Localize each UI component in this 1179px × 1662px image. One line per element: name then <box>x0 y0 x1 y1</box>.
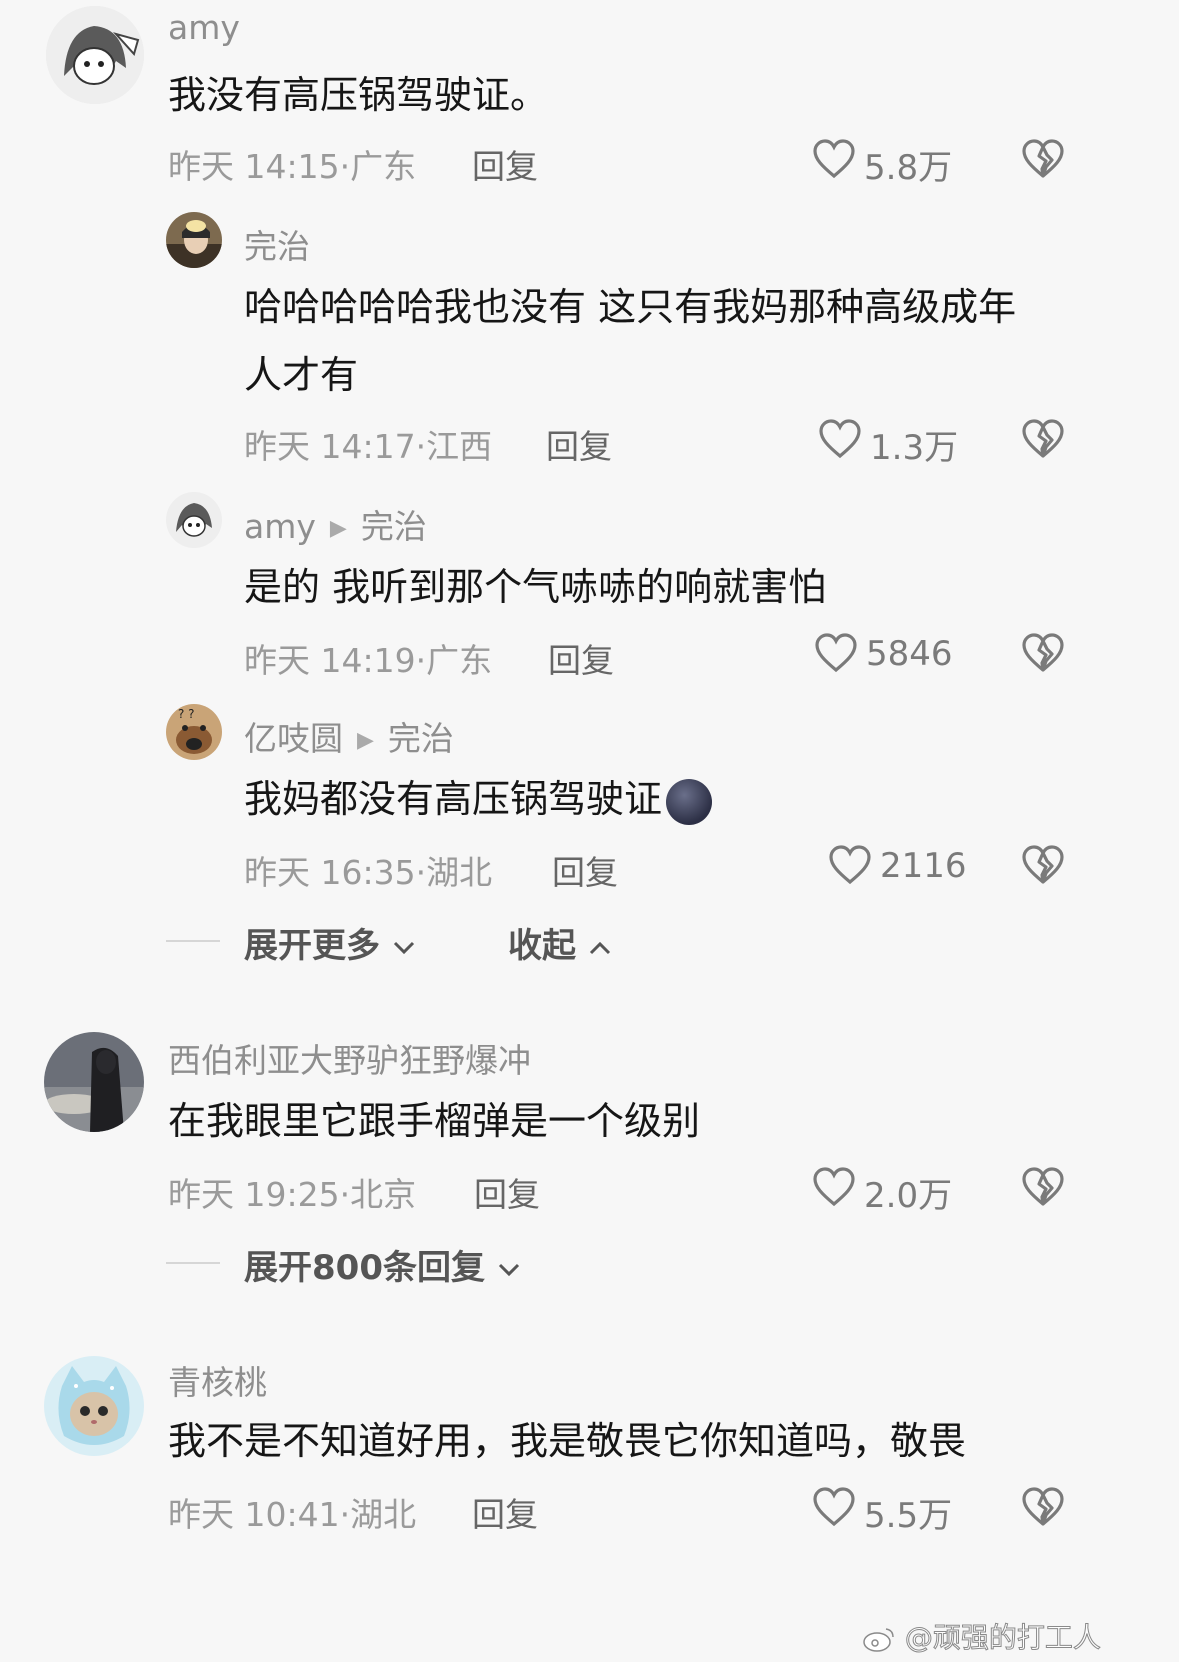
reply-button[interactable]: 回复 <box>548 634 614 682</box>
comment-text: 哈哈哈哈哈我也没有 这只有我妈那种高级成年 <box>244 285 1017 329</box>
broken-heart-icon[interactable] <box>1021 844 1065 886</box>
avatar[interactable] <box>46 6 144 104</box>
comment-text: 我没有高压锅驾驶证。 <box>168 73 549 117</box>
timestamp: 昨天 19:25 <box>168 1175 340 1214</box>
comment-meta: 昨天 14:15·广东 <box>168 147 417 186</box>
avatar[interactable] <box>166 212 222 268</box>
reply-to-username[interactable]: 完治 <box>388 719 454 758</box>
timestamp: 昨天 14:17 <box>244 427 416 466</box>
divider <box>166 1262 220 1264</box>
comment-meta: 昨天 14:17·江西 <box>244 427 493 466</box>
username[interactable]: 青核桃 <box>168 1356 267 1404</box>
collapse-label: 收起 <box>508 926 576 966</box>
comment-text: 是的 我听到那个气哧哧的响就害怕 <box>244 565 827 609</box>
expand-replies-button[interactable]: 展开800条回复 <box>244 1240 521 1289</box>
like-count: 2.0万 <box>864 1176 953 1216</box>
username[interactable]: amy <box>168 8 240 47</box>
avatar[interactable]: ? ? <box>166 704 222 760</box>
expand-more-label: 展开更多 <box>244 926 380 966</box>
heart-outline-icon[interactable] <box>812 138 856 180</box>
reply-button[interactable]: 回复 <box>552 846 618 894</box>
location: 广东 <box>350 147 417 186</box>
location: 湖北 <box>350 1495 417 1534</box>
heart-outline-icon[interactable] <box>828 844 872 886</box>
broken-heart-icon[interactable] <box>1021 418 1065 460</box>
triangle-right-icon: ▶ <box>329 516 347 541</box>
comment-text: 我不是不知道好用，我是敬畏它你知道吗，敬畏 <box>168 1419 967 1463</box>
broken-heart-icon[interactable] <box>1021 1166 1065 1208</box>
broken-heart-icon[interactable] <box>1021 632 1065 674</box>
location: 湖北 <box>426 853 493 892</box>
chevron-up-icon <box>589 941 610 954</box>
timestamp: 昨天 14:15 <box>168 147 340 186</box>
location: 江西 <box>426 427 493 466</box>
location: 北京 <box>350 1175 417 1214</box>
comment-meta: 昨天 10:41·湖北 <box>168 1495 417 1534</box>
comment-text-body: 我妈都没有高压锅驾驶证 <box>244 777 663 821</box>
like-count: 5.5万 <box>864 1496 953 1536</box>
divider <box>166 940 220 942</box>
reply-button[interactable]: 回复 <box>472 140 538 188</box>
triangle-right-icon: ▶ <box>357 728 374 753</box>
heart-outline-icon[interactable] <box>812 1166 856 1208</box>
reply-to-username[interactable]: 完治 <box>361 507 427 546</box>
timestamp: 昨天 10:41 <box>168 1495 340 1534</box>
expand-replies-label: 展开800条回复 <box>244 1248 485 1288</box>
chevron-down-icon <box>498 1263 519 1276</box>
avatar[interactable] <box>166 492 222 548</box>
location: 广东 <box>426 641 493 680</box>
comment-meta: 昨天 14:19·广东 <box>244 641 493 680</box>
broken-heart-icon[interactable] <box>1021 138 1065 180</box>
heart-outline-icon[interactable] <box>814 632 858 674</box>
new-moon-face-icon <box>666 778 713 825</box>
reply-button[interactable]: 回复 <box>546 420 612 468</box>
comment-meta: 昨天 16:35·湖北 <box>244 853 493 892</box>
timestamp: 昨天 14:19 <box>244 641 416 680</box>
comment-text: 我妈都没有高压锅驾驶证 <box>244 764 713 834</box>
username[interactable]: 亿吱圆 <box>244 719 343 758</box>
watermark: @顽强的打工人 <box>862 1616 1101 1656</box>
like-count: 5.8万 <box>864 148 953 188</box>
watermark-text: @顽强的打工人 <box>904 1621 1101 1655</box>
comment-text: 人才有 <box>244 353 359 397</box>
reply-button[interactable]: 回复 <box>474 1168 540 1216</box>
heart-outline-icon[interactable] <box>812 1486 856 1528</box>
comment-meta: 昨天 19:25·北京 <box>168 1175 417 1214</box>
reply-button[interactable]: 回复 <box>472 1488 538 1536</box>
heart-outline-icon[interactable] <box>818 418 862 460</box>
svg-text:? ?: ? ? <box>178 707 195 721</box>
expand-more-button[interactable]: 展开更多 <box>244 918 416 967</box>
like-count: 5846 <box>866 634 953 674</box>
like-count: 1.3万 <box>870 428 959 468</box>
comment-text: 在我眼里它跟手榴弹是一个级别 <box>168 1099 701 1143</box>
username[interactable]: 完治 <box>244 220 310 268</box>
avatar[interactable] <box>44 1356 144 1456</box>
username[interactable]: 西伯利亚大野驴狂野爆冲 <box>168 1034 531 1082</box>
broken-heart-icon[interactable] <box>1021 1486 1065 1528</box>
reply-header: 亿吱圆 ▶ 完治 <box>244 712 454 760</box>
username[interactable]: amy <box>244 507 316 546</box>
reply-header: amy ▶ 完治 <box>244 500 427 548</box>
chevron-down-icon <box>393 941 414 954</box>
like-count: 2116 <box>880 846 967 886</box>
collapse-button[interactable]: 收起 <box>508 918 612 967</box>
avatar[interactable] <box>44 1032 144 1132</box>
weibo-logo-icon <box>863 1628 894 1652</box>
timestamp: 昨天 16:35 <box>244 853 416 892</box>
